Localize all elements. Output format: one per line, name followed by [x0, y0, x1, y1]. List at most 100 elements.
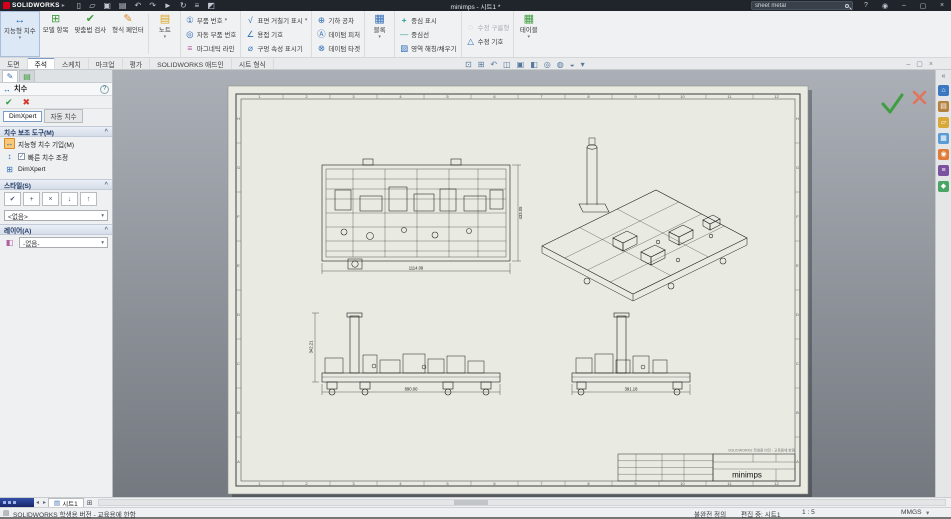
doc-close-icon[interactable]: × — [929, 61, 933, 68]
tab-dimxpert[interactable]: DimXpert — [3, 111, 42, 122]
previous-view-icon[interactable]: ↶ — [490, 60, 497, 69]
centerline-button[interactable]: — 중심선 — [399, 28, 456, 41]
appearance-icon[interactable]: ◩ — [207, 1, 215, 11]
section-view-icon[interactable]: ◫ — [503, 60, 511, 69]
format-painter-button[interactable]: ✎ 형식 페인터 — [109, 11, 147, 57]
ok-button[interactable]: ✔ — [5, 97, 13, 108]
tab-evaluate[interactable]: 평가 — [123, 58, 151, 69]
new-document-icon[interactable]: ▯ — [77, 1, 81, 11]
style-section-header[interactable]: 스타일(S) ^ — [0, 179, 112, 190]
maximize-icon[interactable]: ▢ — [917, 2, 929, 10]
search-box[interactable] — [751, 1, 853, 10]
custom-properties-icon[interactable]: ≡ — [938, 165, 949, 176]
design-library-icon[interactable]: ▤ — [938, 101, 949, 112]
scrollbar-thumb[interactable] — [454, 500, 488, 505]
graphics-area[interactable]: 112233445566778899101011111212HHGGFFEEDD… — [113, 70, 935, 497]
undo-icon[interactable]: ↶ — [134, 1, 141, 11]
horizontal-scrollbar[interactable] — [98, 499, 946, 506]
select-icon[interactable]: ► — [164, 1, 172, 11]
layer-dropdown[interactable]: -없음- ▾ — [19, 237, 108, 248]
tab-sketch[interactable]: 스케치 — [55, 58, 89, 69]
dim-front-height[interactable]: 342.21 — [309, 340, 314, 353]
note-button[interactable]: ▤ 노트 ▾ — [150, 11, 180, 57]
revision-cloud-button[interactable]: ◌ 수정 구름형 — [466, 21, 510, 34]
datum-target-button[interactable]: ⊗ 데이텀 타겟 — [316, 42, 360, 55]
datum-feature-button[interactable]: Ⓐ 데이텀 피처 — [316, 28, 360, 41]
dim-side-width[interactable]: 391.18 — [625, 387, 638, 392]
search-icon[interactable] — [845, 4, 849, 8]
redo-icon[interactable]: ↷ — [149, 1, 156, 11]
sheet-tab[interactable]: ▤ 시트1 — [48, 498, 84, 508]
smart-dimension-button[interactable]: ↔ 지능형 치수 ▾ — [0, 11, 40, 57]
tab-drawing[interactable]: 도면 — [0, 58, 28, 69]
dimxpert-item[interactable]: ⊞ DimXpert — [0, 163, 112, 176]
geometric-tolerance-button[interactable]: ⊕ 기하 공차 — [316, 14, 360, 27]
unit-system[interactable]: MMGS — [901, 509, 922, 516]
blocks-button[interactable]: ▦ 블록 ▾ — [364, 11, 394, 57]
assist-section-header[interactable]: 치수 보조 도구(M) ^ — [0, 126, 112, 137]
style-dropdown[interactable]: <없음> ▾ — [4, 210, 108, 221]
edit-appearance-icon[interactable]: ◍ — [557, 60, 564, 69]
doc-minimize-icon[interactable]: – — [906, 61, 910, 68]
scene-icon[interactable]: ◒ — [570, 60, 575, 69]
revision-symbol-button[interactable]: △ 수정 기호 — [466, 35, 510, 48]
menu-expand-icon[interactable]: ▸ — [62, 2, 65, 9]
zoom-fit-icon[interactable]: ⊡ — [465, 60, 472, 69]
print-icon[interactable]: ▤ — [119, 1, 127, 11]
help-icon[interactable]: ? — [860, 2, 872, 9]
cancel-button[interactable]: ✖ — [23, 97, 31, 108]
apply-default-style-button[interactable]: ✔ — [4, 192, 21, 206]
options-icon[interactable]: ≡ — [195, 1, 200, 11]
featuremanager-tab[interactable]: ▤ — [19, 70, 35, 82]
save-icon[interactable]: ▣ — [103, 1, 111, 11]
rebuild-icon[interactable]: ↻ — [180, 1, 187, 11]
dim-front-width[interactable]: 890.00 — [405, 387, 418, 392]
status-caret-icon[interactable]: ▾ — [926, 509, 929, 517]
help-icon[interactable]: ? — [100, 85, 109, 94]
tab-sheet-format[interactable]: 시트 형식 — [232, 58, 274, 69]
delete-style-button[interactable]: × — [42, 192, 59, 206]
view-settings-icon[interactable]: ▾ — [581, 60, 585, 69]
quick-dimension-checkbox[interactable]: ✓ — [18, 153, 25, 160]
sheet-scale[interactable]: 1 : 5 — [802, 509, 815, 516]
add-sheet-button[interactable]: ⊞ — [87, 499, 93, 507]
hole-callout-button[interactable]: ⌀ 구멍 속성 표시기 — [245, 42, 307, 55]
quick-dimension-item[interactable]: ↕ ✓ 빠른 치수 조정 — [0, 150, 112, 163]
center-mark-button[interactable]: + 중심 표시 — [399, 14, 456, 27]
sheet-nav-left-icon[interactable]: ◂ — [36, 499, 39, 506]
appearances-icon[interactable]: ◉ — [938, 149, 949, 160]
propertymanager-tab[interactable]: ✎ — [2, 70, 18, 82]
view-palette-icon[interactable]: ▦ — [938, 133, 949, 144]
smart-dimensioning-item[interactable]: ↔ 지능형 치수 기입(M) — [0, 137, 112, 150]
zoom-area-icon[interactable]: ⊞ — [478, 60, 485, 69]
tab-addins[interactable]: SOLIDWORKS 애드인 — [150, 58, 232, 69]
spell-checker-button[interactable]: ✔ 맞춤법 검사 — [71, 11, 109, 57]
taskpane-collapse-icon[interactable]: « — [942, 73, 946, 80]
weld-symbol-button[interactable]: ∠ 용접 기호 — [245, 28, 307, 41]
open-icon[interactable]: ▱ — [89, 1, 95, 11]
balloon-button[interactable]: ① 부품 번호 ▾ — [185, 14, 237, 27]
save-style-button[interactable]: ↓ — [61, 192, 78, 206]
tab-auto-dimension[interactable]: 자동 치수 — [44, 109, 82, 123]
drawing-canvas[interactable]: 112233445566778899101011111212HHGGFFEEDD… — [113, 70, 935, 497]
file-explorer-icon[interactable]: ▱ — [938, 117, 949, 128]
magnetic-line-button[interactable]: ≡ 마그네틱 라인 — [185, 42, 237, 55]
hide-show-items-icon[interactable]: ◎ — [544, 60, 551, 69]
forum-icon[interactable]: ◆ — [938, 181, 949, 192]
auto-balloon-button[interactable]: ◎ 자동 부품 번호 — [185, 28, 237, 41]
close-icon[interactable]: × — [936, 2, 948, 9]
doc-restore-icon[interactable]: ▢ — [916, 60, 923, 68]
search-input[interactable] — [755, 3, 842, 9]
sheet-nav-right-icon[interactable]: ▸ — [43, 499, 46, 506]
dim-plan-width[interactable]: 1114.09 — [409, 266, 424, 271]
tables-button[interactable]: ▦ 테이블 ▾ — [513, 11, 543, 57]
add-style-button[interactable]: + — [23, 192, 40, 206]
dim-plan-height[interactable]: 433.05 — [518, 206, 523, 219]
tab-markup[interactable]: 마크업 — [89, 58, 123, 69]
tab-annotation[interactable]: 주석 — [28, 58, 56, 69]
surface-finish-button[interactable]: √ 표면 거칠기 표시 ▾ — [245, 14, 307, 27]
display-style-icon[interactable]: ◧ — [530, 60, 538, 69]
load-style-button[interactable]: ↑ — [80, 192, 97, 206]
layer-section-header[interactable]: 레이어(A) ^ — [0, 224, 112, 235]
view-orientation-icon[interactable]: ▣ — [517, 60, 525, 69]
